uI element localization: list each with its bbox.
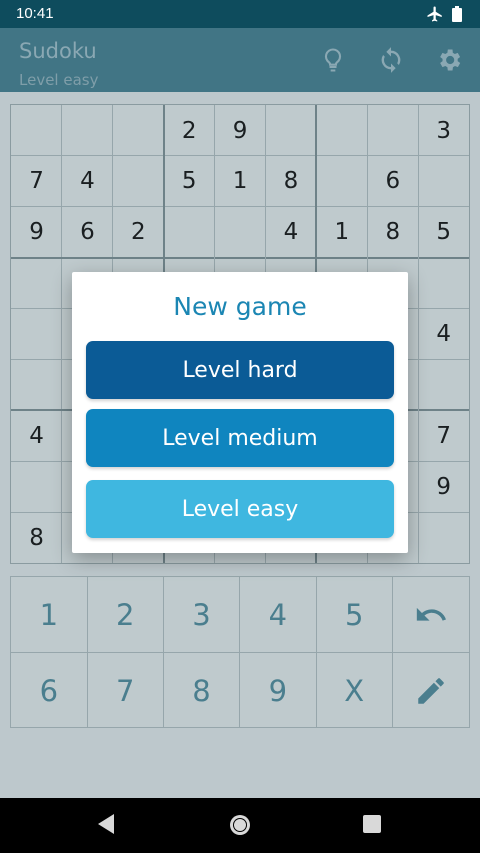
sudoku-cell[interactable] [316,156,367,207]
digit-key-7[interactable]: 7 [87,653,165,729]
undo-icon[interactable] [392,577,470,653]
digit-key-8[interactable]: 8 [164,653,241,729]
app-subtitle: Level easy [19,71,99,89]
sudoku-cell[interactable] [418,359,469,410]
number-keypad: 12345 6789X [10,576,470,729]
sudoku-cell[interactable]: 4 [11,410,62,461]
new-game-dialog: New game Level hard Level medium Level e… [72,272,408,553]
sudoku-cell[interactable]: 9 [11,207,62,258]
status-time: 10:41 [16,5,54,22]
sudoku-cell[interactable]: 6 [62,207,113,258]
battery-icon [452,6,462,22]
home-icon[interactable] [228,813,252,837]
airplane-mode-icon [427,6,442,22]
sudoku-cell[interactable] [11,105,62,156]
sudoku-cell[interactable]: 8 [11,512,62,563]
sudoku-cell[interactable]: 5 [418,207,469,258]
pencil-icon[interactable] [393,653,470,729]
sudoku-cell[interactable] [418,512,469,563]
level-medium-button[interactable]: Level medium [86,409,394,467]
sudoku-cell[interactable]: 7 [418,410,469,461]
sudoku-cell[interactable]: 8 [265,156,316,207]
refresh-icon[interactable] [377,46,405,74]
digit-key-2[interactable]: 2 [87,577,165,653]
sudoku-cell[interactable]: 9 [215,105,266,156]
sudoku-cell[interactable]: 4 [62,156,113,207]
sudoku-cell[interactable] [418,156,469,207]
sudoku-cell[interactable] [215,207,266,258]
sudoku-cell[interactable] [367,105,418,156]
system-nav-bar [0,798,480,853]
lightbulb-icon[interactable] [319,46,347,74]
erase-key[interactable]: X [316,653,394,729]
app-title: Sudoku [19,39,97,63]
digit-key-1[interactable]: 1 [11,577,88,653]
sudoku-cell[interactable]: 1 [215,156,266,207]
sudoku-cell[interactable]: 2 [164,105,215,156]
level-easy-button[interactable]: Level easy [86,480,394,538]
sudoku-cell[interactable] [113,105,164,156]
recents-icon[interactable] [362,814,382,834]
sudoku-cell[interactable] [11,309,62,360]
sudoku-cell[interactable]: 3 [418,105,469,156]
digit-key-4[interactable]: 4 [240,577,317,653]
sudoku-cell[interactable] [418,258,469,309]
dialog-title: New game [173,292,307,321]
sudoku-cell[interactable] [113,156,164,207]
sudoku-cell[interactable]: 4 [418,309,469,360]
sudoku-cell[interactable]: 2 [113,207,164,258]
digit-key-3[interactable]: 3 [163,577,241,653]
sudoku-cell[interactable] [265,105,316,156]
sudoku-cell[interactable] [11,461,62,512]
sudoku-cell[interactable]: 9 [418,461,469,512]
sudoku-cell[interactable]: 4 [265,207,316,258]
sudoku-cell[interactable]: 5 [164,156,215,207]
sudoku-cell[interactable] [11,359,62,410]
sudoku-cell[interactable] [164,207,215,258]
digit-key-5[interactable]: 5 [316,577,394,653]
level-hard-button[interactable]: Level hard [86,341,394,399]
app-bar: Sudoku Level easy [0,28,480,92]
digit-key-9[interactable]: 9 [240,653,317,729]
sudoku-cell[interactable]: 6 [367,156,418,207]
digit-key-6[interactable]: 6 [11,653,88,729]
background-area [0,728,480,798]
status-bar: 10:41 [0,0,480,28]
sudoku-cell[interactable]: 7 [11,156,62,207]
back-icon[interactable] [96,813,116,835]
sudoku-cell[interactable] [11,258,62,309]
sudoku-cell[interactable] [316,105,367,156]
sudoku-cell[interactable]: 1 [316,207,367,258]
sudoku-cell[interactable] [62,105,113,156]
sudoku-cell[interactable]: 8 [367,207,418,258]
gear-icon[interactable] [435,46,463,74]
